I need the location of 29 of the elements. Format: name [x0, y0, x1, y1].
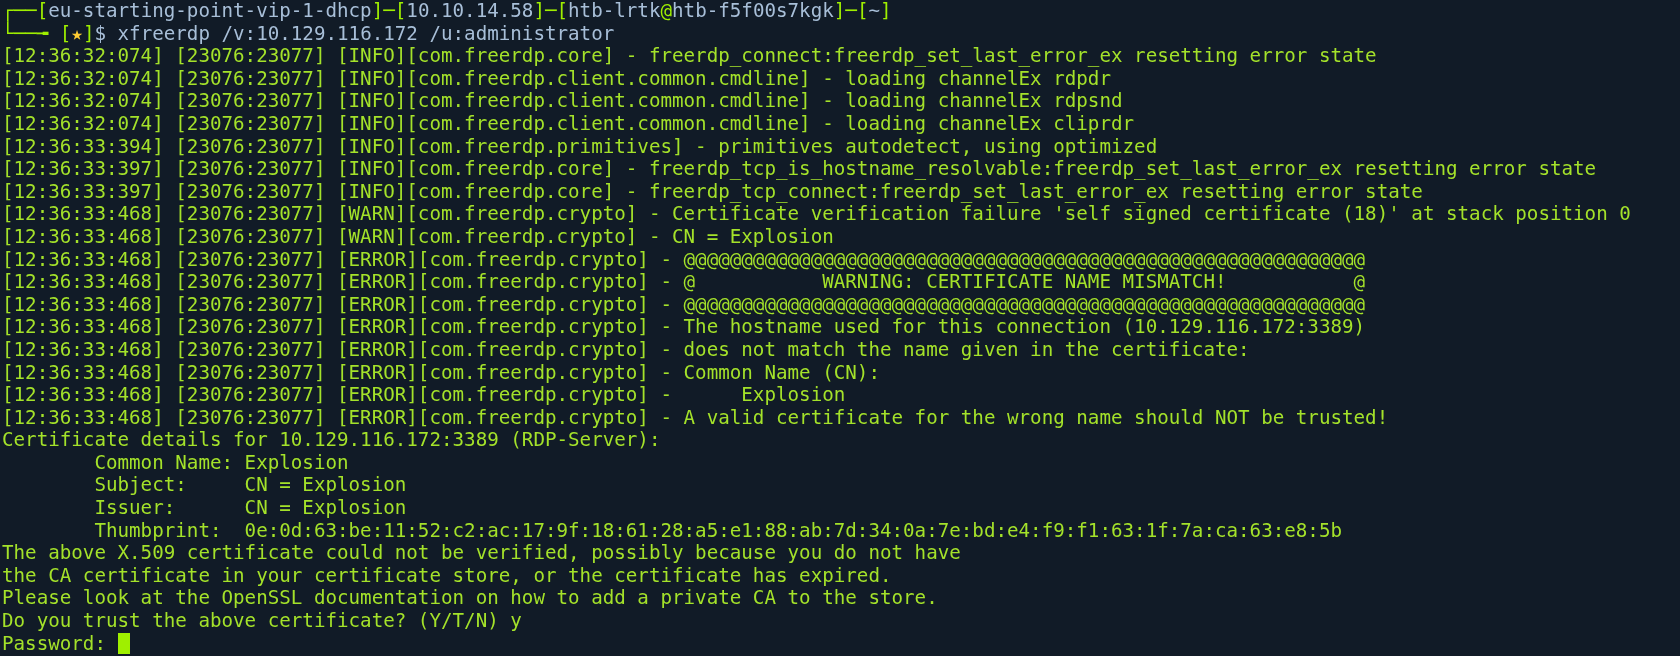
terminal-line: Thumbprint: 0e:0d:63:be:11:52:c2:ac:17:9f:18:61:28:a5:e1:88:ab:7d:34:0a:7e:bd:e4:f9:f1:63:1f:7a:ca:63:e8:5b — [93, 519, 1343, 543]
terminal-line: [12:36:33:397] [23076:23077] [INFO][com.freerdp.core] - freerdp_tcp_is_hostname_resolvable:freerdp_set_last_error_ex resetting error state — [2, 158, 1598, 181]
terminal-line: [12:36:33:468] [23076:23077] [ERROR][com.freerdp.crypto] - Common Name (CN): — [2, 361, 881, 385]
terminal-line: [12:36:33:468] [23076:23077] [WARN][com.freerdp.crypto] - Certificate verification failure 'self signed certificate (18)' at stack position 0 — [2, 203, 1632, 226]
terminal-line: [12:36:32:074] [23076:23077] [INFO][com.freerdp.core] - freerdp_connect:freerdp_set_last_error_ex resetting error state — [2, 45, 1378, 68]
prompt-line: └──╼ [★]$ xfreerdp /v:10.129.116.172 /u:administrator — [2, 22, 616, 46]
terminal-line: [12:36:33:468] [23076:23077] [ERROR][com.freerdp.crypto] - A valid certificate for the wrong name should NOT be trusted! — [2, 406, 1390, 430]
terminal-line: Do you trust the above certificate? (Y/T/N) y — [2, 610, 523, 633]
terminal-line: [12:36:33:468] [23076:23077] [ERROR][com.freerdp.crypto] - @@@@@@@@@@@@@@@@@@@@@@@@@@@@@@@@@@@@@@@@@@@@@@@@@@@@@@@@@@@ — [2, 248, 1367, 272]
terminal-line: the CA certificate in your certificate store, or the certificate has expired. — [2, 564, 893, 588]
password-prompt: Password: — [2, 632, 106, 656]
terminal-line: [12:36:33:468] [23076:23077] [WARN][com.freerdp.crypto] - CN = Explosion — [2, 225, 835, 249]
terminal-line: [12:36:32:074] [23076:23077] [INFO][com.freerdp.client.common.cmdline] - loading channelEx rdpdr — [2, 67, 1111, 91]
terminal-line: The above X.509 certificate could not be verified, possibly because you do not have — [2, 542, 962, 565]
prompt-line: ┌──[eu-starting-point-vip-1-dhcp]─[10.10.14.58]─[htb-lrtk@htb-f5f00s7kgk]─[~] — [2, 0, 893, 22]
terminal-line: Please look at the OpenSSL documentation on how to add a private CA to the store. — [2, 587, 939, 611]
terminal-line: [12:36:33:468] [23076:23077] [ERROR][com.freerdp.crypto] - Explosion — [2, 384, 847, 407]
terminal-line: Common Name: Explosion — [93, 451, 350, 475]
terminal-line: [12:36:33:468] [23076:23077] [ERROR][com.freerdp.crypto] - The hostname used for this connection (10.129.116.172:3389) — [2, 316, 1367, 339]
terminal-line: [12:36:33:468] [23076:23077] [ERROR][com.freerdp.crypto] - does not match the name given in the certificate: — [2, 338, 1251, 362]
terminal-line: [12:36:33:397] [23076:23077] [INFO][com.freerdp.core] - freerdp_tcp_connect:freerdp_set_last_error_ex resetting error state — [2, 180, 1424, 204]
terminal-line: [12:36:33:468] [23076:23077] [ERROR][com.freerdp.crypto] - @@@@@@@@@@@@@@@@@@@@@@@@@@@@@@@@@@@@@@@@@@@@@@@@@@@@@@@@@@@ — [2, 293, 1367, 317]
terminal-line: [12:36:33:468] [23076:23077] [ERROR][com.freerdp.crypto] - @ WARNING: CERTIFICATE NAME MISMATCH! @ — [2, 271, 1367, 294]
terminal-line: Subject: CN = Explosion — [93, 474, 408, 498]
terminal-line: [12:36:32:074] [23076:23077] [INFO][com.freerdp.client.common.cmdline] - loading channelEx rdpsnd — [2, 90, 1124, 113]
terminal-line: [12:36:32:074] [23076:23077] [INFO][com.freerdp.client.common.cmdline] - loading channelEx cliprdr — [2, 112, 1136, 136]
terminal-line: Issuer: CN = Explosion — [93, 497, 408, 520]
terminal-line: Certificate details for 10.129.116.172:3389 (RDP-Server): — [2, 429, 662, 452]
terminal-line: [12:36:33:394] [23076:23077] [INFO][com.freerdp.primitives] - primitives autodetect, using optimized — [2, 135, 1159, 159]
